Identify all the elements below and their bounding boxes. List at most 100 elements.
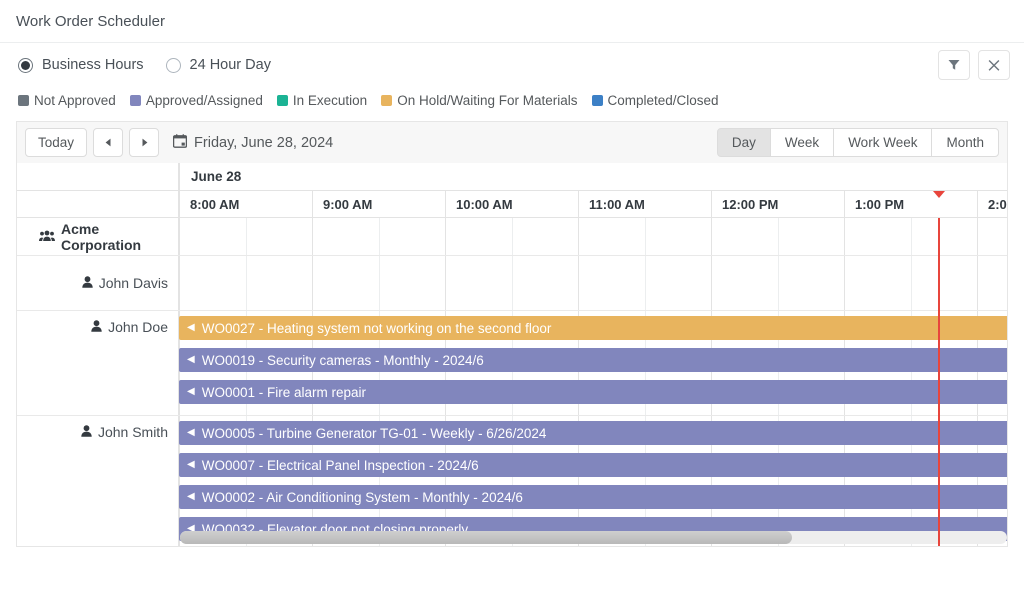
resource-name: John Doe — [108, 319, 168, 335]
page-title: Work Order Scheduler — [0, 0, 1024, 43]
scheduler-toolbar: Today Friday, June 28, 2024 Day Week Wor… — [16, 121, 1008, 163]
event-wo0002[interactable]: ◀ WO0002 - Air Conditioning System - Mon… — [179, 485, 1008, 509]
event-title: WO0002 - Air Conditioning System - Month… — [202, 490, 523, 505]
time-slot[interactable] — [645, 256, 712, 310]
close-icon — [988, 59, 1000, 71]
time-slot[interactable] — [312, 218, 379, 255]
view-button-work-week[interactable]: Work Week — [833, 128, 932, 157]
legend-label: In Execution — [293, 93, 367, 108]
legend-item-approved-assigned: Approved/Assigned — [130, 93, 263, 108]
event-wo0007[interactable]: ◀ WO0007 - Electrical Panel Inspection -… — [179, 453, 1008, 477]
time-slot[interactable] — [911, 218, 978, 255]
close-button[interactable] — [978, 50, 1010, 80]
time-slot[interactable] — [379, 256, 446, 310]
resource-row-john-davis: John Davis — [17, 256, 1007, 311]
horizontal-scrollbar[interactable] — [180, 531, 1007, 544]
radio-24-hour-day[interactable]: 24 Hour Day — [166, 57, 271, 73]
time-slot[interactable] — [246, 256, 313, 310]
time-slot[interactable] — [844, 218, 911, 255]
scheduler-date-header-row: June 28 — [17, 163, 1007, 191]
hour-header-cell: 10:00 AM — [445, 191, 578, 217]
hour-header-cell: 2:00 — [977, 191, 1008, 217]
chevron-right-icon — [140, 138, 149, 147]
legend-label: Not Approved — [34, 93, 116, 108]
time-slot[interactable] — [645, 218, 712, 255]
time-slot[interactable] — [179, 256, 246, 310]
events-layer-john-doe: ◀ WO0027 - Heating system not working on… — [179, 311, 1008, 415]
event-wo0019[interactable]: ◀ WO0019 - Security cameras - Monthly - … — [179, 348, 1008, 372]
event-title: WO0007 - Electrical Panel Inspection - 2… — [202, 458, 479, 473]
resource-row-slots — [179, 218, 1008, 255]
legend-label: Approved/Assigned — [146, 93, 263, 108]
date-column-header: June 28 — [179, 163, 1007, 190]
event-title: WO0019 - Security cameras - Monthly - 20… — [202, 353, 484, 368]
person-icon — [91, 319, 102, 335]
time-slot[interactable] — [179, 218, 246, 255]
calendar-icon — [173, 134, 187, 152]
hours-strip: 8:00 AM 9:00 AM 10:00 AM 11:00 AM 12:00 … — [179, 191, 1008, 217]
hour-header-cell: 11:00 AM — [578, 191, 711, 217]
time-slot[interactable] — [977, 256, 1008, 310]
hours-mode-radio-group: Business Hours 24 Hour Day — [18, 57, 271, 73]
continues-left-icon: ◀ — [187, 428, 195, 438]
scheduler-hours-header-row: 8:00 AM 9:00 AM 10:00 AM 11:00 AM 12:00 … — [17, 191, 1007, 218]
time-slot[interactable] — [778, 256, 845, 310]
legend-label: On Hold/Waiting For Materials — [397, 93, 577, 108]
view-button-week[interactable]: Week — [770, 128, 834, 157]
resource-row-slots: ◀ WO0027 - Heating system not working on… — [179, 311, 1008, 415]
time-slot[interactable] — [445, 256, 512, 310]
time-slot[interactable] — [711, 218, 778, 255]
group-icon — [39, 229, 55, 245]
hour-header-cell: 1:00 PM — [844, 191, 977, 217]
date-navigation: Today — [25, 128, 159, 157]
view-switcher: Day Week Work Week Month — [717, 128, 999, 157]
hour-header-cell: 12:00 PM — [711, 191, 844, 217]
event-title: WO0001 - Fire alarm repair — [202, 385, 366, 400]
time-slot[interactable] — [512, 256, 579, 310]
radio-business-hours-dot[interactable] — [18, 58, 33, 73]
view-button-month[interactable]: Month — [931, 128, 999, 157]
resource-name: John Davis — [99, 275, 168, 291]
radio-business-hours[interactable]: Business Hours — [18, 57, 144, 73]
time-slot[interactable] — [445, 218, 512, 255]
event-title: WO0005 - Turbine Generator TG-01 - Weekl… — [202, 426, 547, 441]
filter-button[interactable] — [938, 50, 970, 80]
legend-item-in-execution: In Execution — [277, 93, 367, 108]
time-slot[interactable] — [778, 218, 845, 255]
resource-name: Acme Corporation — [61, 221, 168, 253]
event-wo0027[interactable]: ◀ WO0027 - Heating system not working on… — [179, 316, 1008, 340]
time-slot[interactable] — [578, 256, 645, 310]
horizontal-scrollbar-thumb[interactable] — [180, 531, 792, 544]
today-button[interactable]: Today — [25, 128, 87, 157]
event-wo0005[interactable]: ◀ WO0005 - Turbine Generator TG-01 - Wee… — [179, 421, 1008, 445]
events-layer-john-smith: ◀ WO0005 - Turbine Generator TG-01 - Wee… — [179, 416, 1008, 547]
scheduler-grid: June 28 8:00 AM 9:00 AM 10:00 AM 11:00 A… — [16, 163, 1008, 547]
time-slot[interactable] — [312, 256, 379, 310]
person-icon — [82, 275, 93, 291]
filter-icon — [948, 59, 960, 71]
view-button-day[interactable]: Day — [717, 128, 771, 157]
resource-header-cell — [17, 163, 179, 190]
time-slot[interactable] — [379, 218, 446, 255]
legend-item-on-hold: On Hold/Waiting For Materials — [381, 93, 577, 108]
resource-header-cell-hours — [17, 191, 179, 217]
status-legend: Not Approved Approved/Assigned In Execut… — [0, 87, 1024, 113]
resource-row-slots — [179, 256, 1008, 310]
legend-swatch — [130, 95, 141, 106]
next-day-button[interactable] — [129, 128, 159, 157]
previous-day-button[interactable] — [93, 128, 123, 157]
event-wo0001[interactable]: ◀ WO0001 - Fire alarm repair — [179, 380, 1008, 404]
resource-label-cell: John Smith — [17, 416, 179, 547]
person-icon — [81, 424, 92, 440]
time-slot[interactable] — [911, 256, 978, 310]
chevron-left-icon — [104, 138, 113, 147]
radio-24-hour-day-dot[interactable] — [166, 58, 181, 73]
time-slot[interactable] — [578, 218, 645, 255]
time-slot[interactable] — [711, 256, 778, 310]
time-slot[interactable] — [844, 256, 911, 310]
resource-row-acme-corporation: Acme Corporation — [17, 218, 1007, 256]
time-slot[interactable] — [977, 218, 1008, 255]
time-slot[interactable] — [512, 218, 579, 255]
time-slot[interactable] — [246, 218, 313, 255]
resource-row-slots: ◀ WO0005 - Turbine Generator TG-01 - Wee… — [179, 416, 1008, 547]
